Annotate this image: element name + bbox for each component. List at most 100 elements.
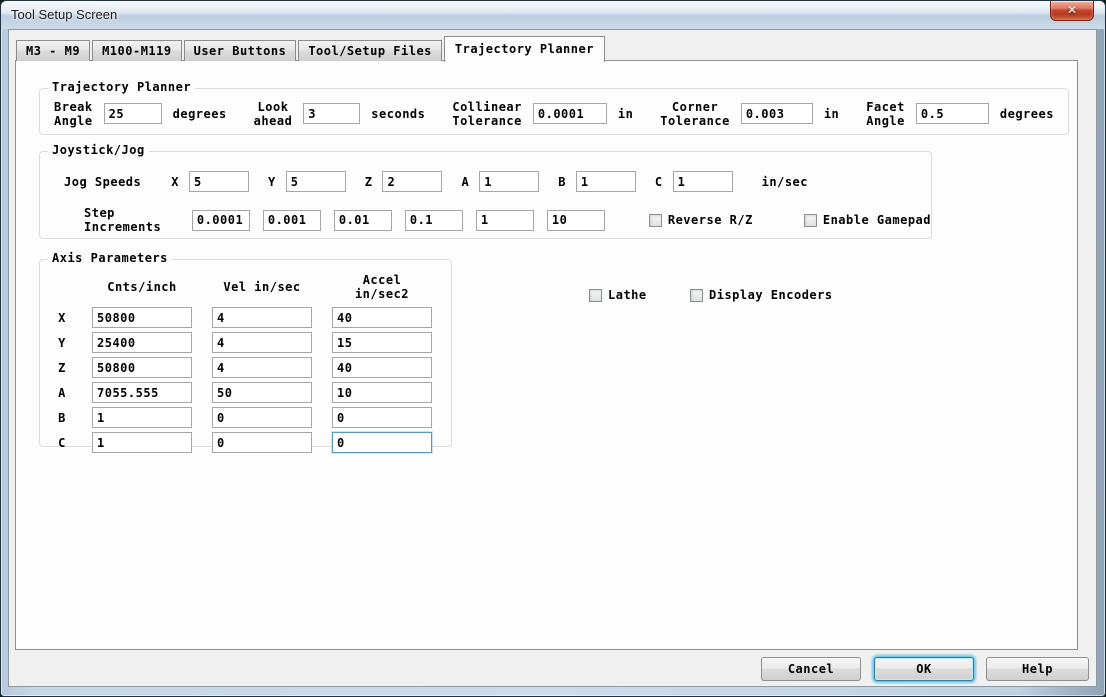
reverse-rz-label: Reverse R/Z	[668, 213, 753, 227]
axis-y-accel-input[interactable]	[332, 332, 432, 353]
jog-speed-y-input[interactable]	[286, 171, 346, 192]
axis-a-accel-input[interactable]	[332, 382, 432, 403]
enable-gamepad-label: Enable Gamepad	[823, 213, 931, 227]
break-angle-unit: degrees	[173, 107, 227, 121]
tab-strip: M3 - M9 M100-M119 User Buttons Tool/Setu…	[16, 35, 607, 61]
axis-x-cnts-input[interactable]	[92, 307, 192, 328]
reverse-rz-checkbox[interactable]: Reverse R/Z	[649, 213, 753, 227]
tab-trajectory-planner[interactable]: Trajectory Planner	[444, 36, 605, 62]
col-header-cnts: Cnts/inch	[92, 280, 192, 296]
lathe-label: Lathe	[608, 288, 647, 302]
facet-angle-field: FacetAngle degrees	[866, 100, 1054, 128]
ok-button[interactable]: OK	[874, 657, 974, 681]
jog-speeds-unit: in/sec	[762, 175, 808, 189]
jog-speed-x-input[interactable]	[189, 171, 249, 192]
display-encoders-checkbox[interactable]: Display Encoders	[690, 288, 833, 302]
axis-x-accel-input[interactable]	[332, 307, 432, 328]
facet-angle-unit: degrees	[1000, 107, 1054, 121]
facet-angle-label: FacetAngle	[866, 100, 905, 128]
break-angle-field: BreakAngle degrees	[54, 100, 227, 128]
axis-c-vel-input[interactable]	[212, 432, 312, 453]
axis-a-cnts-input[interactable]	[92, 382, 192, 403]
step-increments-label: Step Increments	[84, 206, 166, 234]
step-increment-5-input[interactable]	[476, 210, 534, 231]
axis-b-accel-input[interactable]	[332, 407, 432, 428]
axis-parameters-group: Axis Parameters Cnts/inch Vel in/sec Acc…	[39, 259, 452, 447]
break-angle-label: BreakAngle	[54, 100, 93, 128]
checkbox-icon	[649, 214, 662, 227]
axis-b-cnts-input[interactable]	[92, 407, 192, 428]
checkbox-icon	[690, 289, 703, 302]
trajectory-planner-group: Trajectory Planner BreakAngle degrees Lo…	[39, 88, 1069, 135]
checkbox-icon	[804, 214, 817, 227]
axis-x-vel-input[interactable]	[212, 307, 312, 328]
close-icon: ✕	[1051, 1, 1093, 20]
axis-y-cnts-input[interactable]	[92, 332, 192, 353]
axis-z-cnts-input[interactable]	[92, 357, 192, 378]
jog-speed-b-input[interactable]	[576, 171, 636, 192]
cancel-button[interactable]: Cancel	[761, 657, 861, 681]
jog-speeds-label: Jog Speeds	[64, 175, 141, 189]
axis-x-label: X	[52, 311, 72, 325]
axis-z-label: Z	[52, 361, 72, 375]
tab-m100-m119[interactable]: M100-M119	[92, 40, 182, 61]
titlebar-gloss	[1, 1, 1105, 14]
joystick-jog-legend: Joystick/Jog	[48, 143, 149, 157]
tab-page-trajectory-planner: M3 - M9 M100-M119 User Buttons Tool/Setu…	[15, 60, 1078, 650]
display-encoders-label: Display Encoders	[709, 288, 833, 302]
break-angle-input[interactable]	[104, 103, 162, 124]
col-header-accel: Accel in/sec2	[332, 273, 432, 303]
axis-z-accel-input[interactable]	[332, 357, 432, 378]
step-increment-2-input[interactable]	[263, 210, 321, 231]
corner-tolerance-unit: in	[824, 107, 839, 121]
step-increment-6-input[interactable]	[547, 210, 605, 231]
look-ahead-label: Lookahead	[254, 100, 293, 128]
look-ahead-unit: seconds	[371, 107, 425, 121]
tab-user-buttons[interactable]: User Buttons	[184, 40, 297, 61]
step-increment-3-input[interactable]	[334, 210, 392, 231]
jog-speed-a-input[interactable]	[479, 171, 539, 192]
jog-speed-z-input[interactable]	[382, 171, 442, 192]
axis-c-label: C	[52, 436, 72, 450]
jog-speed-c-input[interactable]	[673, 171, 733, 192]
window-title: Tool Setup Screen	[11, 1, 117, 28]
axis-parameters-legend: Axis Parameters	[48, 251, 172, 265]
col-header-vel: Vel in/sec	[212, 280, 312, 296]
axis-y-vel-input[interactable]	[212, 332, 312, 353]
collinear-tolerance-input[interactable]	[533, 103, 607, 124]
collinear-tolerance-label: CollinearTolerance	[452, 100, 522, 128]
step-increment-4-input[interactable]	[405, 210, 463, 231]
titlebar[interactable]: Tool Setup Screen ✕	[1, 1, 1105, 29]
step-increment-1-input[interactable]	[192, 210, 250, 231]
collinear-tolerance-unit: in	[618, 107, 633, 121]
look-ahead-input[interactable]	[303, 103, 360, 124]
tab-m3-m9[interactable]: M3 - M9	[16, 40, 90, 61]
close-button[interactable]: ✕	[1050, 0, 1094, 21]
axis-c-cnts-input[interactable]	[92, 432, 192, 453]
tab-tool-setup-files[interactable]: Tool/Setup Files	[298, 40, 442, 61]
corner-tolerance-input[interactable]	[741, 103, 813, 124]
enable-gamepad-checkbox[interactable]: Enable Gamepad	[804, 213, 931, 227]
checkbox-icon	[589, 289, 602, 302]
jog-axis-b-label: B	[558, 175, 566, 189]
axis-c-accel-input[interactable]	[332, 432, 432, 453]
jog-axis-a-label: A	[461, 175, 469, 189]
look-ahead-field: Lookahead seconds	[254, 100, 426, 128]
jog-axis-x-label: X	[171, 175, 179, 189]
jog-axis-y-label: Y	[268, 175, 276, 189]
axis-b-vel-input[interactable]	[212, 407, 312, 428]
axis-a-vel-input[interactable]	[212, 382, 312, 403]
corner-tolerance-field: CornerTolerance in	[660, 100, 839, 128]
axis-y-label: Y	[52, 336, 72, 350]
axis-z-vel-input[interactable]	[212, 357, 312, 378]
facet-angle-input[interactable]	[916, 103, 989, 124]
help-button[interactable]: Help	[986, 657, 1089, 681]
corner-tolerance-label: CornerTolerance	[660, 100, 730, 128]
axis-b-label: B	[52, 411, 72, 425]
jog-axis-z-label: Z	[365, 175, 373, 189]
collinear-tolerance-field: CollinearTolerance in	[452, 100, 633, 128]
joystick-jog-group: Joystick/Jog Jog Speeds X Y Z A B C in/s…	[39, 151, 932, 239]
jog-axis-c-label: C	[655, 175, 663, 189]
dialog-client-area: M3 - M9 M100-M119 User Buttons Tool/Setu…	[8, 29, 1097, 687]
lathe-checkbox[interactable]: Lathe	[589, 288, 647, 302]
